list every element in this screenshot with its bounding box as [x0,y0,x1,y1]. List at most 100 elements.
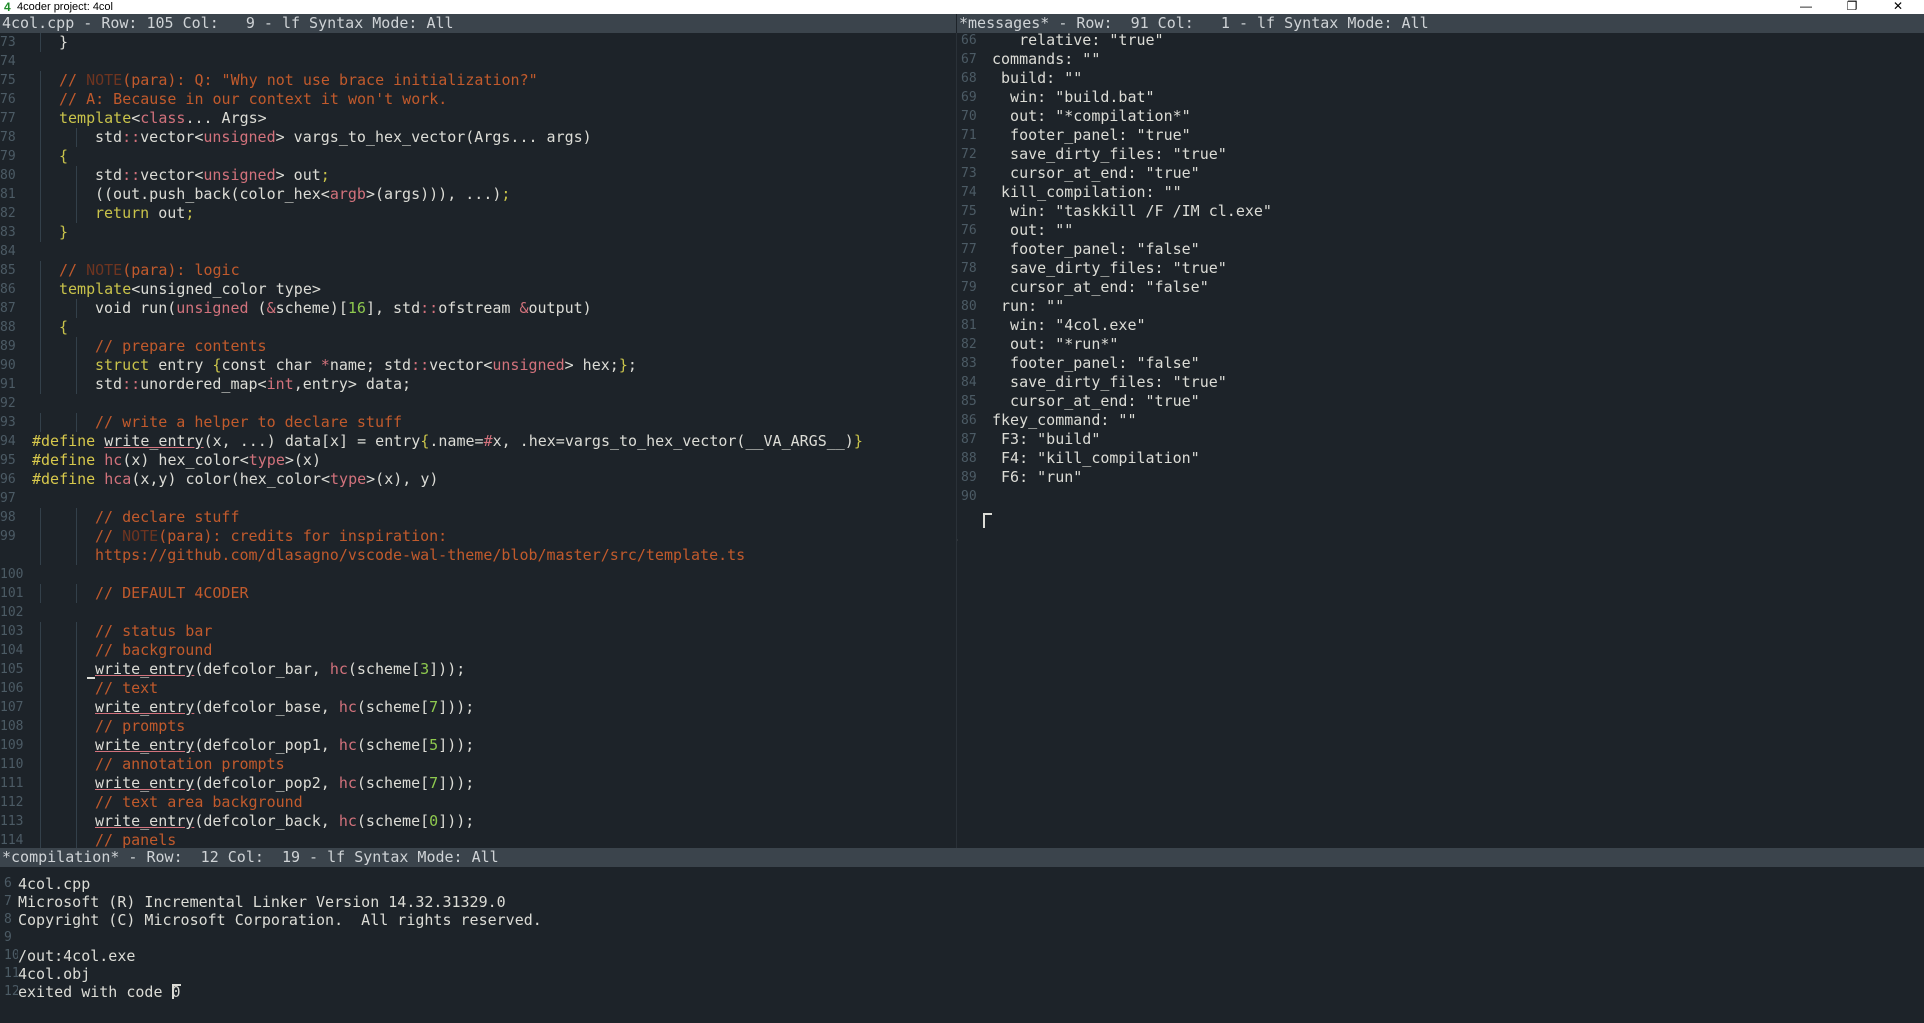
code-token: std [95,128,123,146]
code-token: (x, ...) data[x] = entry [203,432,421,450]
indent-guide [76,128,78,147]
line-number: 99 [0,529,16,544]
code-token: type [248,451,285,469]
code-token: ; [320,166,330,184]
code-text: // NOTE(para): Q: "Why not use brace ini… [59,71,538,90]
compilation-text: exited with code 0 [18,983,181,1001]
code-token: :: [411,356,430,374]
code-token: // [59,71,87,89]
left-panel-status-bar: 4col.cpp - Row: 105 Col: 9 - lf Syntax M… [0,14,956,33]
code-token: (x,y) color(hex_color< [131,470,331,488]
message-text: win: "taskkill /F /IM cl.exe" [992,202,1272,220]
line-number: 10 [4,948,18,963]
indent-guide [76,166,78,185]
left-editor-panel[interactable]: 73} 74 75// NOTE(para): Q: "Why not use br… [0,33,956,848]
minimize-button[interactable]: — [1786,0,1826,14]
message-text: save_dirty_files: "true" [992,373,1227,391]
code-token: 16 [347,299,366,317]
line-number: 68 [961,71,977,86]
line-number: 101 [0,586,24,601]
compilation-panel[interactable]: 6 4col.cpp 7 Microsoft (R) Incremental Link… [0,867,1924,1023]
line-number: 79 [961,280,977,295]
indent-guide [40,337,41,356]
code-token: const char [221,356,321,374]
line-number: 89 [961,470,977,485]
line-number: 87 [961,432,977,447]
message-text: F4: "kill_compilation" [992,449,1200,467]
code-token: int [266,375,294,393]
code-token: (defcolor_pop2, [194,774,339,792]
code-text: // NOTE(para): credits for inspiration: [95,527,447,546]
line-number: 9 [4,930,12,945]
close-button[interactable]: ✕ [1878,0,1918,14]
line-number: 11 [4,966,18,981]
code-token: #define [32,451,105,469]
code-token: >(x) [284,451,321,469]
text-cursor [171,984,181,999]
code-text: write_entry(defcolor_bar, hc(scheme[3]))… [87,660,465,679]
line-number: 86 [961,413,977,428]
indent-guide [76,679,78,698]
messages-panel[interactable]: 66 relative: "true" 67 commands: "" 68 buil… [957,33,1924,848]
code-token: // DEFAULT 4CODER [95,584,249,602]
code-text: std::vector<unsigned> vargs_to_hex_vecto… [95,128,592,147]
code-text: // panels [95,831,176,848]
indent-guide [40,546,41,565]
indent-guide [40,698,41,717]
code-token: // status bar [95,622,213,640]
code-text: // text [95,679,158,698]
line-number: 66 [961,33,977,48]
indent-guide [76,337,78,356]
code-text: // DEFAULT 4CODER [95,584,249,603]
code-token: >(x), y) [366,470,439,488]
line-number: 94 [0,434,16,449]
indent-guide [40,280,41,299]
code-token: (scheme[ [356,698,430,716]
indent-guide [40,185,41,204]
code-text: { [59,318,68,337]
app-icon: 4 [4,0,11,14]
code-token: https://github.com/dlasagno/vscode-wal-t… [95,546,746,564]
code-token: unsigned [203,166,276,184]
code-token: 3 [420,660,430,678]
code-token: (defcolor_bar, [194,660,330,678]
line-number: 7 [4,894,12,909]
code-token: write_entry [104,432,204,450]
code-token: (para): credits for inspiration: [158,527,448,545]
code-token: (defcolor_back, [194,812,339,830]
code-token: ... Args> [185,109,267,127]
line-number: 90 [961,489,977,504]
right-panel-status-bar: *messages* - Row: 91 Col: 1 - lf Syntax … [957,14,1924,33]
code-token: ])); [438,736,475,754]
line-number: 87 [0,301,16,316]
code-text: write_entry(defcolor_pop2, hc(scheme[7])… [95,774,474,793]
line-number: 106 [0,681,24,696]
indent-guide [40,679,41,698]
code-token: ; [185,204,195,222]
line-number: 103 [0,624,24,639]
message-text: relative: "true" [992,33,1164,49]
line-number: 8 [4,912,12,927]
compilation-status-bar: *compilation* - Row: 12 Col: 19 - lf Syn… [0,848,1924,867]
indent-guide [40,375,41,394]
indent-guide [40,261,41,280]
code-text: std::vector<unsigned> out; [95,166,330,185]
code-token: :: [420,299,439,317]
code-token: (para): logic [122,261,240,279]
line-number: 95 [0,453,16,468]
code-token: std [95,375,123,393]
code-text: https://github.com/dlasagno/vscode-wal-t… [95,546,745,565]
line-number: 76 [0,92,16,107]
code-token: NOTE [86,261,123,279]
code-token: <unsigned_color type> [131,280,321,298]
code-token: (x) hex_color< [122,451,249,469]
code-token: // annotation prompts [95,755,285,773]
code-text: // prompts [95,717,185,736]
line-number: 97 [0,491,16,506]
maximize-button[interactable]: ❐ [1832,0,1872,14]
code-token: type [330,470,367,488]
code-text: // A: Because in our context it won't wo… [59,90,447,109]
code-token: (scheme[ [356,812,430,830]
code-token: > hex; [564,356,619,374]
line-number: 91 [0,377,16,392]
